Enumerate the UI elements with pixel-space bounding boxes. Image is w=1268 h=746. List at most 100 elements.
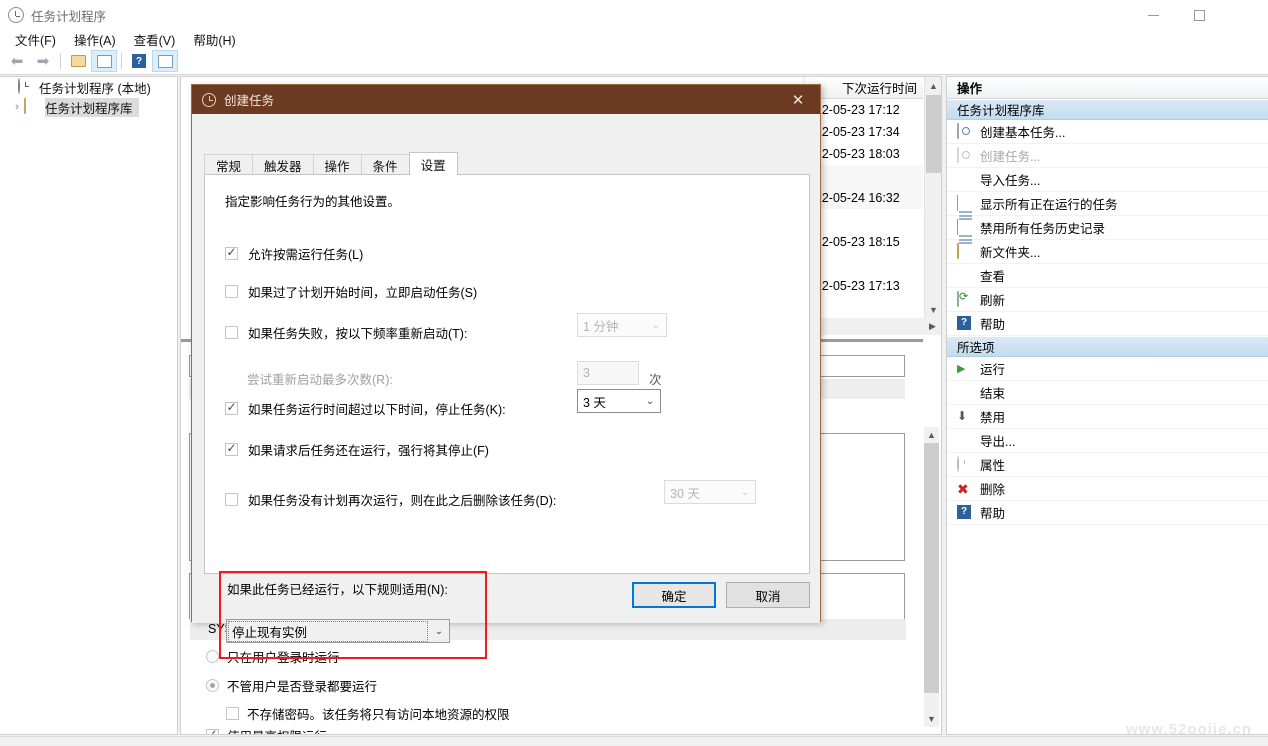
toolbar-separator-1 <box>60 53 61 69</box>
checkbox-run-highest[interactable]: 使用最高权限运行 <box>206 729 327 735</box>
cancel-button[interactable]: 取消 <box>726 582 810 608</box>
action-label: 删除 <box>980 479 1005 498</box>
dialog-body: 常规 触发器 操作 条件 设置 指定影响任务行为的其他设置。 允许按需运行任务(… <box>192 114 820 623</box>
action-disable-all-history[interactable]: 禁用所有任务历史记录 <box>947 216 1268 240</box>
properties-vertical-scrollbar[interactable]: ▲ ▼ <box>924 427 939 727</box>
action-label: 属性 <box>980 455 1005 474</box>
toolbar-back-button[interactable]: ⬅ <box>4 50 30 72</box>
folder-clock-icon <box>24 99 40 115</box>
stop-after-dropdown[interactable]: 3 天 ⌄ <box>577 389 661 413</box>
column-header-next-run[interactable]: 下次运行时间 <box>803 77 923 99</box>
ok-button[interactable]: 确定 <box>632 582 716 608</box>
properties-icon <box>957 457 973 473</box>
tab-triggers[interactable]: 触发器 <box>252 154 314 175</box>
action-label: 创建任务... <box>980 146 1040 165</box>
folder-icon <box>957 244 973 260</box>
toolbar-forward-button[interactable]: ➡ <box>30 50 56 72</box>
action-view[interactable]: 查看 <box>947 264 1268 288</box>
help-icon: ? <box>957 505 973 521</box>
scroll-down-icon[interactable]: ▼ <box>925 301 942 318</box>
menu-action[interactable]: 操作(A) <box>65 29 125 50</box>
scrollbar-thumb[interactable] <box>924 443 939 693</box>
no-icon <box>957 268 973 284</box>
no-icon <box>957 172 973 188</box>
action-label: 查看 <box>980 266 1005 285</box>
checkbox-restart-on-failure[interactable]: 如果任务失败，按以下频率重新启动(T): <box>225 323 467 342</box>
checkbox-force-stop[interactable]: 如果请求后任务还在运行，强行将其停止(F) <box>225 440 489 459</box>
window-title: 任务计划程序 <box>31 6 106 25</box>
checkbox-label: 如果任务失败，按以下频率重新启动(T): <box>248 323 467 342</box>
delete-after-dropdown[interactable]: 30 天 ⌄ <box>664 480 756 504</box>
maximize-button[interactable] <box>1176 0 1222 30</box>
checkbox-run-asap-after-missed[interactable]: 如果过了计划开始时间，立即启动任务(S) <box>225 282 477 301</box>
scroll-down-icon[interactable]: ▼ <box>924 711 939 726</box>
checkbox-label: 如果任务运行时间超过以下时间，停止任务(K): <box>248 399 506 418</box>
restart-interval-dropdown[interactable]: 1 分钟 ⌄ <box>577 313 667 337</box>
toolbar-help-button[interactable]: ? <box>126 50 152 72</box>
action-create-basic-task[interactable]: 创建基本任务... <box>947 120 1268 144</box>
action-create-task[interactable]: 创建任务... <box>947 144 1268 168</box>
action-display-running-tasks[interactable]: 显示所有正在运行的任务 <box>947 192 1268 216</box>
radio-run-regardless[interactable]: 不管用户是否登录都要运行 <box>206 676 377 695</box>
action-import-task[interactable]: 导入任务... <box>947 168 1268 192</box>
menu-file[interactable]: 文件(F) <box>6 29 65 50</box>
delete-icon: ✖ <box>957 481 973 497</box>
checkbox-delete-if-not-scheduled[interactable]: 如果任务没有计划再次运行，则在此之后删除该任务(D): <box>225 490 556 509</box>
retry-count-value: 3 <box>583 366 590 380</box>
toolbar-show-running-button[interactable] <box>152 50 178 72</box>
menu-help[interactable]: 帮助(H) <box>184 29 244 50</box>
sidebar-item-local[interactable]: 任务计划程序 (本地) <box>0 77 177 97</box>
action-delete[interactable]: ✖ 删除 <box>947 477 1268 501</box>
action-help-selected[interactable]: ? 帮助 <box>947 501 1268 525</box>
checkbox-stop-if-runs-longer[interactable]: 如果任务运行时间超过以下时间，停止任务(K): <box>225 399 506 418</box>
right-arrow-icon: ➡ <box>37 54 50 69</box>
action-export[interactable]: 导出... <box>947 429 1268 453</box>
checkbox-allow-on-demand[interactable]: 允许按需运行任务(L) <box>225 244 363 263</box>
action-label: 结束 <box>980 383 1005 402</box>
run-list-icon <box>158 55 173 68</box>
action-refresh[interactable]: 刷新 <box>947 288 1268 312</box>
clock-box-icon <box>957 148 973 164</box>
action-label: 刷新 <box>980 290 1005 309</box>
task-scheduler-window: 任务计划程序 文件(F) 操作(A) 查看(V) 帮助(H) ⬅ ➡ ? <box>0 0 1268 746</box>
checkbox-label: 不存储密码。该任务将只有访问本地资源的权限 <box>247 704 510 723</box>
toolbar-folder-button[interactable] <box>65 50 91 72</box>
dropdown-value: 3 天 <box>578 392 640 411</box>
window-controls <box>1130 0 1268 30</box>
scroll-up-icon[interactable]: ▲ <box>924 427 939 442</box>
action-new-folder[interactable]: 新文件夹... <box>947 240 1268 264</box>
action-properties[interactable]: 属性 <box>947 453 1268 477</box>
tab-general[interactable]: 常规 <box>204 154 253 175</box>
action-help[interactable]: ? 帮助 <box>947 312 1268 336</box>
chevron-down-icon: ⌄ <box>646 320 666 331</box>
dialog-close-button[interactable]: ✕ <box>776 85 820 114</box>
list-icon <box>97 55 112 68</box>
play-icon: ▶ <box>957 361 973 377</box>
tab-settings[interactable]: 设置 <box>409 152 458 175</box>
action-end[interactable]: 结束 <box>947 381 1268 405</box>
sidebar-tree: 任务计划程序 (本地) › 任务计划程序库 <box>0 76 178 735</box>
chevron-right-icon[interactable]: › <box>10 101 24 113</box>
actions-group-library-header: 任务计划程序库 <box>947 99 1268 120</box>
toolbar-properties-button[interactable] <box>91 50 117 72</box>
task-list-vertical-scrollbar[interactable]: ▲ ▼ <box>924 77 941 318</box>
tab-actions[interactable]: 操作 <box>313 154 362 175</box>
checkbox-label: 允许按需运行任务(L) <box>248 244 363 263</box>
action-run[interactable]: ▶ 运行 <box>947 357 1268 381</box>
checkbox-do-not-store-password[interactable]: 不存储密码。该任务将只有访问本地资源的权限 <box>226 704 510 723</box>
close-button[interactable] <box>1222 0 1268 30</box>
dropdown-value: 1 分钟 <box>578 316 646 335</box>
sidebar-item-library[interactable]: › 任务计划程序库 <box>0 97 177 117</box>
scroll-right-icon[interactable]: ▶ <box>924 318 941 335</box>
minimize-button[interactable] <box>1130 0 1176 30</box>
retry-count-input[interactable]: 3 <box>577 361 639 385</box>
tab-conditions[interactable]: 条件 <box>361 154 410 175</box>
settings-tab-panel: 指定影响任务行为的其他设置。 允许按需运行任务(L) 如果过了计划开始时间，立即… <box>204 174 810 574</box>
action-label: 创建基本任务... <box>980 122 1065 141</box>
sidebar-item-label: 任务计划程序库 <box>45 98 139 117</box>
menu-view[interactable]: 查看(V) <box>125 29 185 50</box>
scrollbar-thumb[interactable] <box>926 95 941 173</box>
action-disable[interactable]: ⬇ 禁用 <box>947 405 1268 429</box>
scroll-up-icon[interactable]: ▲ <box>925 77 942 94</box>
clock-icon <box>18 79 34 95</box>
